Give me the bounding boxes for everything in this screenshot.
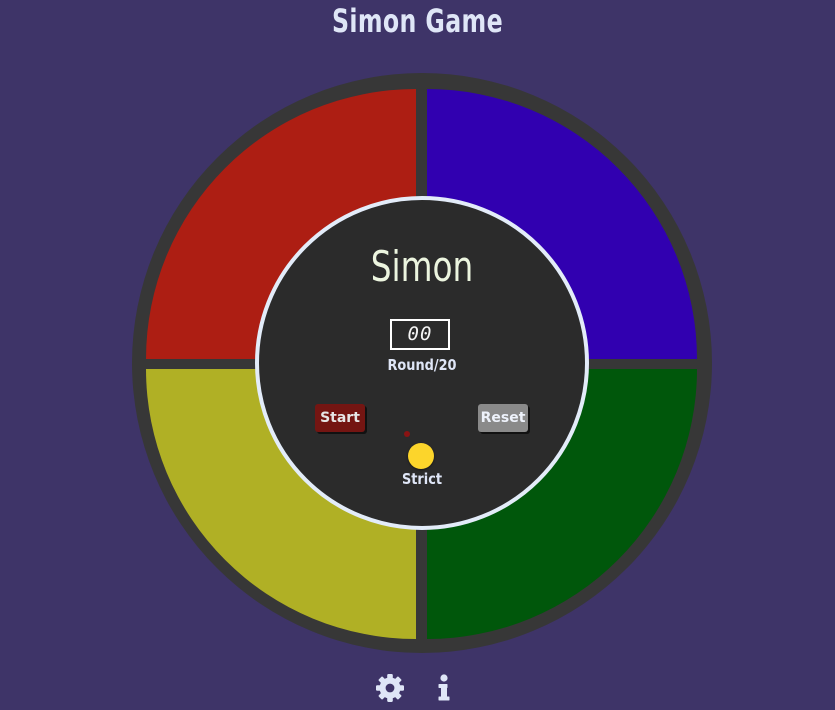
center-console: Simon 00 Round/20 Start Reset Strict — [255, 196, 589, 530]
round-label: Round/20 — [387, 356, 457, 374]
brand-title: Simon — [370, 242, 474, 291]
simon-board: Simon 00 Round/20 Start Reset Strict — [132, 73, 712, 653]
round-counter: 00 — [390, 319, 450, 350]
strict-label: Strict — [401, 470, 443, 488]
strict-toggle[interactable] — [408, 443, 434, 469]
reset-button[interactable]: Reset — [478, 404, 528, 432]
gear-icon[interactable] — [374, 672, 406, 704]
page-title: Simon Game — [331, 2, 504, 40]
start-button[interactable]: Start — [315, 404, 365, 432]
strict-indicator-led — [404, 431, 410, 437]
info-icon[interactable] — [428, 672, 460, 704]
